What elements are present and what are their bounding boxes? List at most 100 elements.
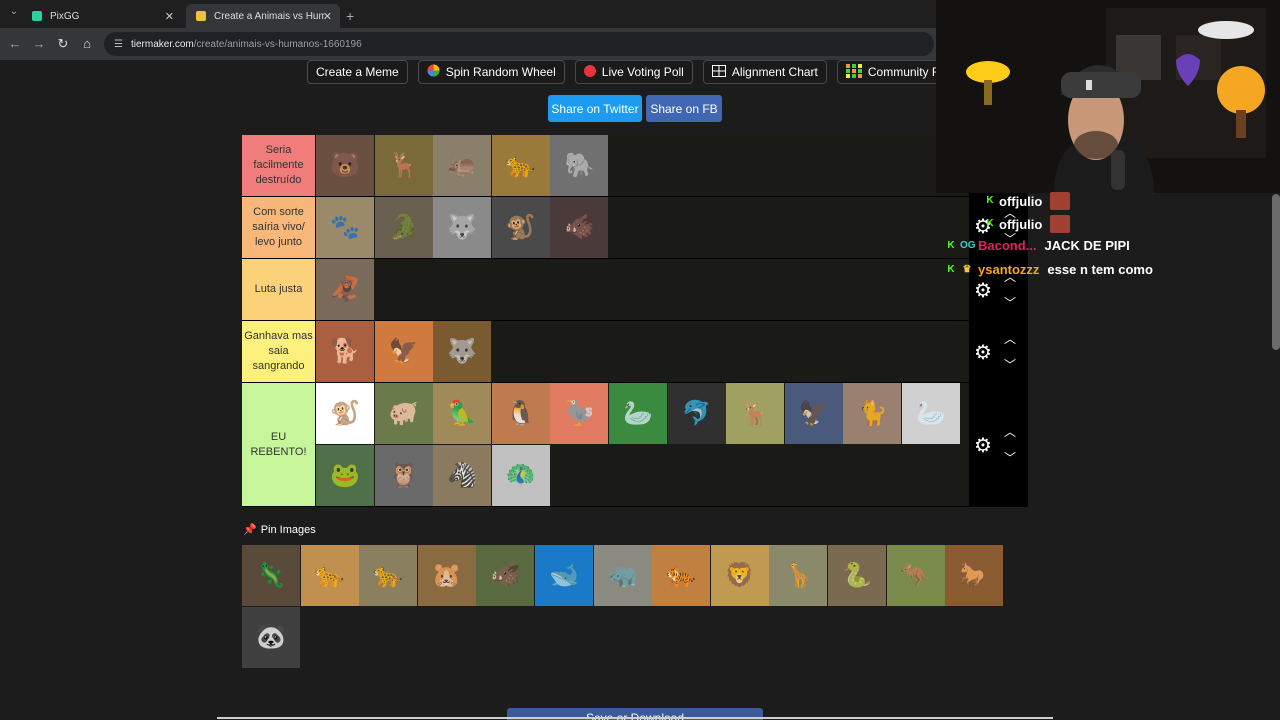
animal-image: 🐎 — [959, 562, 990, 589]
pin-images-label: 📌 Pin Images — [243, 523, 316, 536]
tier-label[interactable]: EU REBENTO! — [242, 383, 316, 506]
animal-image: 🐋 — [549, 562, 579, 589]
unranked-tile[interactable]: 🐹 — [417, 545, 476, 606]
chevron-up-icon[interactable]: ︿ — [1004, 330, 1016, 347]
spin-wheel-button[interactable]: Spin Random Wheel — [417, 60, 565, 84]
animal-tile[interactable]: 🐕 — [316, 321, 374, 382]
animal-tile[interactable]: 🦤 — [550, 383, 609, 444]
animal-tile[interactable]: 🐧 — [491, 383, 550, 444]
animal-tile[interactable]: 🐈 — [843, 383, 902, 444]
animal-image: 🐗 — [490, 562, 521, 589]
unranked-tile[interactable]: 🐆 — [359, 545, 418, 606]
animal-image: 🐺 — [447, 214, 478, 241]
site-info-icon[interactable]: ☰ — [114, 39, 123, 50]
animal-tile[interactable]: 🦓 — [433, 445, 492, 506]
chat-message: K OG Bacond... JACK DE PIPI — [946, 238, 1130, 253]
animal-image: 🦏 — [607, 562, 638, 589]
voting-poll-button[interactable]: Live Voting Poll — [574, 60, 693, 84]
tab-tiermaker[interactable]: Create a Animais vs Humanos T ✕ — [186, 4, 340, 28]
animal-image: 🦛 — [447, 152, 478, 179]
unranked-tile[interactable]: 🐗 — [476, 545, 535, 606]
reload-icon[interactable]: ↻ — [55, 36, 71, 52]
animal-image: 🦎 — [256, 562, 286, 589]
tier-label[interactable]: Seria facilmente destruído — [242, 135, 316, 196]
animal-tile[interactable]: 🐗 — [550, 197, 609, 258]
animal-image: 🦧 — [330, 276, 360, 303]
tab-pixgg[interactable]: PixGG ✕ — [22, 4, 182, 28]
animal-image: 🦉 — [388, 462, 419, 489]
animal-tile[interactable]: 🦚 — [491, 445, 550, 506]
share-fb-button[interactable]: Share on FB — [646, 95, 722, 122]
alignment-chart-button[interactable]: Alignment Chart — [702, 60, 827, 84]
create-meme-button[interactable]: Create a Meme — [307, 60, 408, 84]
chat-username[interactable]: ysantozzz — [978, 262, 1039, 277]
animal-tile[interactable]: 🦅 — [784, 383, 843, 444]
chevron-down-icon[interactable]: ﹀ — [1004, 449, 1016, 466]
animal-image: 🐧 — [505, 400, 536, 427]
gear-icon[interactable]: ⚙ — [974, 433, 992, 458]
unranked-tile[interactable]: 🦎 — [242, 545, 300, 606]
animal-tile[interactable]: 🐒 — [316, 383, 374, 444]
webcam-overlay — [936, 0, 1280, 193]
tab-search-icon[interactable]: ⌄ — [6, 6, 22, 17]
animal-tile[interactable]: 🐻 — [316, 135, 374, 196]
close-icon[interactable]: ✕ — [323, 10, 332, 23]
animal-image: 🦌 — [740, 400, 771, 427]
gear-icon[interactable]: ⚙ — [974, 278, 992, 303]
close-icon[interactable]: ✕ — [165, 10, 174, 23]
animal-tile[interactable]: 🐺 — [433, 321, 492, 382]
plus-icon[interactable]: + — [346, 4, 360, 28]
animal-tile[interactable]: 🐆 — [491, 135, 550, 196]
chat-username[interactable]: offjulio — [999, 217, 1042, 232]
forward-arrow-icon[interactable]: → — [31, 36, 47, 51]
unranked-tile[interactable]: 🐆 — [300, 545, 359, 606]
unranked-tile[interactable]: 🐍 — [828, 545, 886, 606]
animal-tile[interactable]: 🐬 — [667, 383, 726, 444]
chevron-down-icon[interactable]: ﹀ — [1004, 294, 1016, 311]
animal-tile[interactable]: 🐊 — [374, 197, 433, 258]
unranked-tile[interactable]: 🦒 — [769, 545, 828, 606]
unranked-tile[interactable]: 🦏 — [593, 545, 652, 606]
animal-tile[interactable]: 🦌 — [726, 383, 785, 444]
community-rankings-button[interactable]: Community R — [836, 60, 950, 84]
animal-tile[interactable]: 🦌 — [374, 135, 433, 196]
back-arrow-icon[interactable]: ← — [7, 36, 23, 51]
tier-label[interactable]: Luta justa — [242, 259, 316, 320]
animal-tile[interactable]: 🦜 — [433, 383, 492, 444]
animal-tile[interactable]: 🐸 — [316, 445, 374, 506]
unranked-tile[interactable]: 🦘 — [886, 545, 945, 606]
unranked-tile[interactable]: 🐎 — [945, 545, 1004, 606]
url-host: tiermaker.com — [130, 38, 194, 50]
animal-tile[interactable]: 🦅 — [374, 321, 433, 382]
animal-tile[interactable]: 🐘 — [550, 135, 609, 196]
url-field[interactable]: ☰ tiermaker.com/create/animais-vs-humano… — [104, 32, 934, 56]
page-scrollbar[interactable] — [1272, 194, 1280, 350]
animal-tile[interactable]: 🦧 — [316, 259, 374, 320]
animal-tile[interactable]: 🦢 — [902, 383, 960, 444]
chevron-down-icon[interactable]: ﹀ — [1004, 356, 1016, 373]
share-twitter-button[interactable]: Share on Twitter — [548, 95, 642, 122]
unranked-tile[interactable]: 🐅 — [652, 545, 711, 606]
chevron-up-icon[interactable]: ︿ — [1004, 423, 1016, 440]
animal-image: 🦅 — [798, 400, 829, 427]
chat-username[interactable]: Bacond... — [978, 238, 1037, 253]
animal-tile[interactable]: 🦉 — [374, 445, 433, 506]
unranked-tile[interactable]: 🦁 — [710, 545, 769, 606]
animal-image: 🦌 — [388, 152, 419, 179]
animal-tile[interactable]: 🦢 — [609, 383, 667, 444]
animal-tile[interactable]: 🐒 — [491, 197, 550, 258]
unranked-tile[interactable]: 🐋 — [535, 545, 593, 606]
animal-tile[interactable]: 🐾 — [316, 197, 374, 258]
animal-tile[interactable]: 🐺 — [433, 197, 492, 258]
unranked-tile[interactable]: 🐼 — [242, 607, 300, 668]
tier-label[interactable]: Ganhava mas saia sangrando — [242, 321, 316, 382]
chat-username[interactable]: offjulio — [999, 194, 1042, 209]
chat-text: JACK DE PIPI — [1044, 238, 1130, 253]
gear-icon[interactable]: ⚙ — [974, 340, 992, 365]
home-icon[interactable]: ⌂ — [79, 36, 95, 51]
animal-tile[interactable]: 🐖 — [374, 383, 433, 444]
animal-tile[interactable]: 🦛 — [433, 135, 492, 196]
animal-image: 🦤 — [564, 400, 595, 427]
animal-image: 🐍 — [842, 562, 872, 589]
tier-label[interactable]: Com sorte saíria vivo/ levo junto — [242, 197, 316, 258]
